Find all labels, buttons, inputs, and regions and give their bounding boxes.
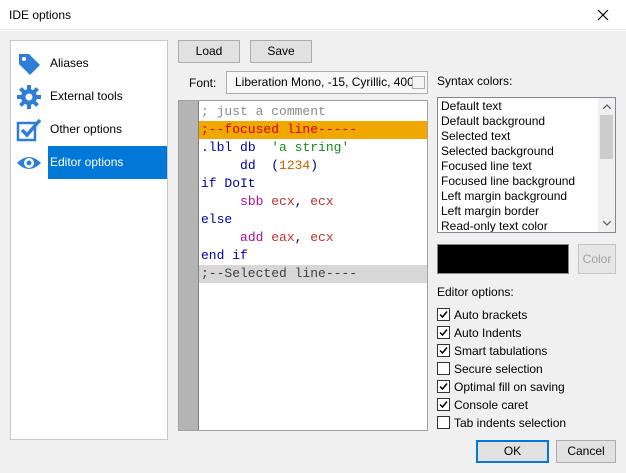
sidebar-item-label: Aliases <box>50 56 89 70</box>
checkbox[interactable] <box>437 416 450 429</box>
font-value: Liberation Mono, -15, Cyrillic, 400 <box>235 75 414 89</box>
editor-options-label: Editor options: <box>437 285 514 299</box>
code-line: if DoIt <box>201 176 256 191</box>
font-field[interactable]: Liberation Mono, -15, Cyrillic, 400 <box>226 71 428 94</box>
list-item[interactable]: Left margin border <box>441 204 539 219</box>
option-auto-brackets[interactable]: Auto brackets <box>437 306 527 323</box>
option-auto-indents[interactable]: Auto Indents <box>437 324 521 341</box>
list-item[interactable]: Selected background <box>441 144 554 159</box>
list-item[interactable]: Selected text <box>441 129 510 144</box>
sidebar-item-other-options[interactable]: Other options <box>11 113 167 146</box>
option-label: Auto Indents <box>454 325 522 340</box>
option-label: Optimal fill on saving <box>454 379 565 394</box>
list-item[interactable]: Default text <box>441 99 502 114</box>
check-icon <box>439 383 448 391</box>
gear-icon <box>17 85 41 109</box>
option-tab-indents-selection[interactable]: Tab indents selection <box>437 414 566 431</box>
font-label: Font: <box>189 76 217 90</box>
code-line: end if <box>201 248 248 263</box>
option-label: Smart tabulations <box>454 343 548 358</box>
list-item[interactable]: Left margin background <box>441 189 567 204</box>
sidebar-item-external-tools[interactable]: External tools <box>11 80 167 113</box>
color-swatch <box>437 244 569 274</box>
options-category-list[interactable]: Aliases External tools Other options Edi… <box>10 40 168 440</box>
option-label: Secure selection <box>454 361 543 376</box>
close-button[interactable] <box>580 0 626 30</box>
option-optimal-fill[interactable]: Optimal fill on saving <box>437 378 565 395</box>
dialog-body: Aliases External tools Other options Edi… <box>0 31 626 473</box>
editor-preview[interactable]: ; just a comment ;--focused line----- .l… <box>178 100 428 431</box>
checkbox-icon <box>16 118 42 142</box>
option-label: Tab indents selection <box>454 415 567 430</box>
sidebar-item-editor-options[interactable]: Editor options <box>11 146 167 179</box>
list-item[interactable]: Focused line text <box>441 159 532 174</box>
save-button[interactable]: Save <box>250 40 312 63</box>
check-icon <box>439 347 448 355</box>
option-label: Auto brackets <box>454 307 528 322</box>
close-icon <box>597 9 609 21</box>
chevron-up-icon <box>602 104 611 109</box>
syntax-colors-list[interactable]: Default text Default background Selected… <box>437 97 616 233</box>
checkbox[interactable] <box>437 398 450 411</box>
checkbox[interactable] <box>437 380 450 393</box>
scroll-thumb[interactable] <box>600 115 613 159</box>
sidebar-item-label: Editor options <box>48 146 167 179</box>
tag-icon <box>19 54 40 75</box>
list-item[interactable]: Focused line background <box>441 174 575 189</box>
chevron-down-icon <box>602 221 611 226</box>
check-icon <box>439 311 448 319</box>
checkbox[interactable] <box>437 326 450 339</box>
color-button[interactable]: Color <box>578 244 616 274</box>
check-icon <box>439 401 448 409</box>
option-secure-selection[interactable]: Secure selection <box>437 360 543 377</box>
code-line-comment: ; just a comment <box>201 104 326 119</box>
option-console-caret[interactable]: Console caret <box>437 396 528 413</box>
code-line: else <box>201 212 233 227</box>
syntax-list-scrollbar[interactable] <box>598 98 615 232</box>
cancel-button[interactable]: Cancel <box>556 440 616 463</box>
code-line: sbb ecx, ecx <box>240 194 334 209</box>
syntax-colors-label: Syntax colors: <box>437 74 513 88</box>
eye-icon <box>17 157 41 169</box>
list-item[interactable]: Read-only text color <box>441 219 548 232</box>
checkbox[interactable] <box>437 308 450 321</box>
load-button[interactable]: Load <box>178 40 240 63</box>
editor-left-margin <box>179 101 199 430</box>
code-line: add eax, ecx <box>240 230 334 245</box>
checkbox[interactable] <box>437 344 450 357</box>
code-line-selected: ;--Selected line---- <box>199 265 427 283</box>
option-label: Console caret <box>454 397 529 412</box>
sidebar-item-label: Other options <box>50 122 123 136</box>
sidebar-item-label: External tools <box>50 89 123 103</box>
scroll-down-button[interactable] <box>598 215 615 232</box>
ok-button[interactable]: OK <box>476 440 549 463</box>
window-title: IDE options <box>9 8 72 22</box>
check-icon <box>439 329 448 337</box>
code-line: .lbl db 'a string' <box>201 140 350 155</box>
font-picker-button[interactable] <box>412 76 425 89</box>
title-bar: IDE options <box>0 0 626 30</box>
list-item[interactable]: Default background <box>441 114 545 129</box>
scroll-up-button[interactable] <box>598 98 615 115</box>
code-line-focused: ;--focused line----- <box>199 121 427 139</box>
checkbox[interactable] <box>437 362 450 375</box>
code-line: dd (1234) <box>240 158 319 173</box>
option-smart-tabulations[interactable]: Smart tabulations <box>437 342 547 359</box>
sidebar-item-aliases[interactable]: Aliases <box>11 47 167 80</box>
